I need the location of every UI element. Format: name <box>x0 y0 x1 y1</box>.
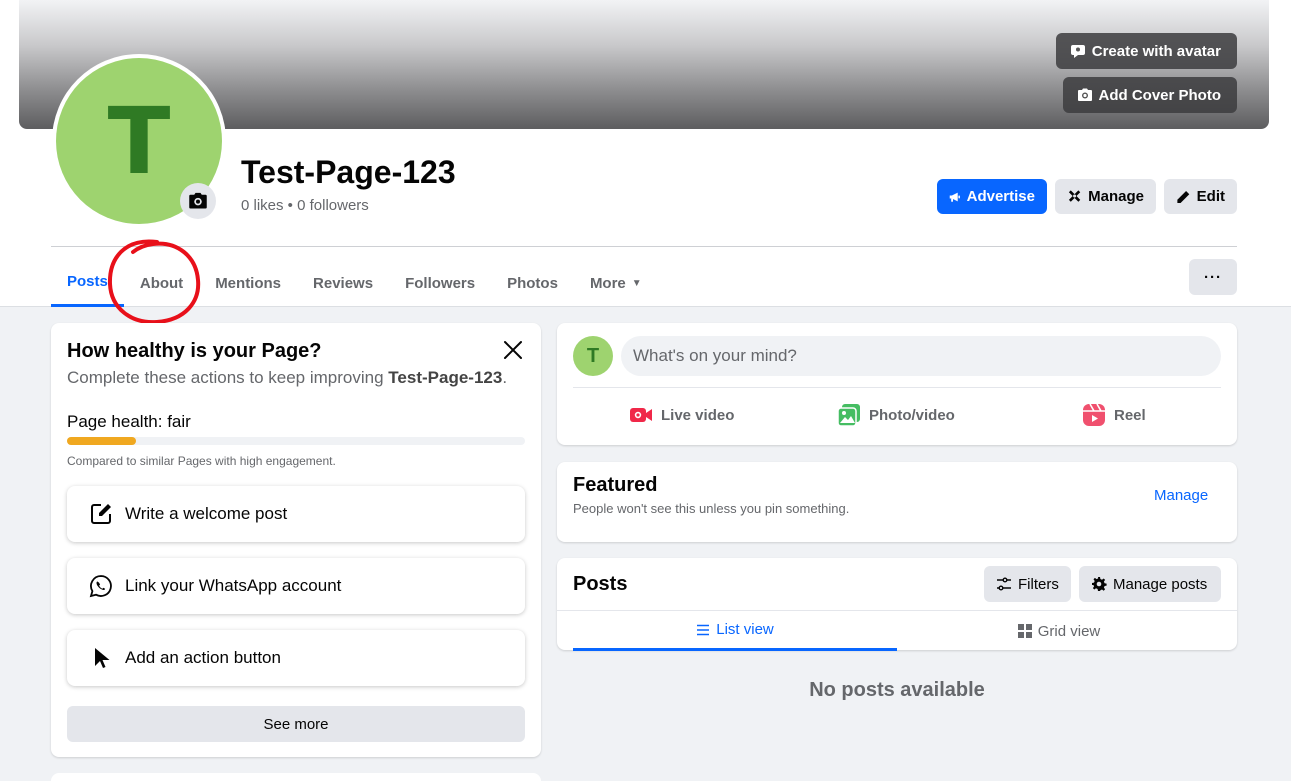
page-title: Test-Page-123 <box>241 154 456 190</box>
avatar-icon <box>1070 45 1085 58</box>
caret-down-icon: ▼ <box>631 277 642 289</box>
photo-icon <box>837 404 860 427</box>
reel-button[interactable]: Reel <box>1082 403 1146 427</box>
update-profile-picture-button[interactable] <box>180 183 216 219</box>
tab-photos[interactable]: Photos <box>491 259 574 307</box>
write-welcome-post-button[interactable]: Write a welcome post <box>67 486 525 542</box>
header-divider <box>51 246 1237 247</box>
manage-posts-button[interactable]: Manage posts <box>1079 566 1221 602</box>
featured-subtitle: People won't see this unless you pin som… <box>573 501 850 516</box>
composer-avatar[interactable]: T <box>573 336 613 376</box>
link-whatsapp-button[interactable]: Link your WhatsApp account <box>67 558 525 614</box>
task-label: Link your WhatsApp account <box>125 576 342 595</box>
photo-video-label: Photo/video <box>869 406 955 424</box>
list-view-tab[interactable]: List view <box>573 611 897 651</box>
see-more-button[interactable]: See more <box>67 706 525 742</box>
reel-label: Reel <box>1114 406 1146 424</box>
grid-view-tab[interactable]: Grid view <box>897 611 1221 651</box>
manage-button[interactable]: Manage <box>1055 179 1156 214</box>
health-title: How healthy is your Page? <box>67 340 322 362</box>
tab-more[interactable]: More ▼ <box>574 259 658 307</box>
close-icon[interactable] <box>501 338 525 362</box>
health-subtitle: Complete these actions to keep improving… <box>67 368 508 387</box>
composer-input[interactable]: What's on your mind? <box>621 336 1221 376</box>
tab-posts[interactable]: Posts <box>51 259 124 307</box>
task-label: Write a welcome post <box>125 504 288 523</box>
tab-more-label: More <box>589 274 626 292</box>
featured-manage-link[interactable]: Manage <box>1154 487 1208 504</box>
health-status: Page health: fair <box>67 412 191 431</box>
edit-label: Edit <box>1196 188 1225 205</box>
tab-about[interactable]: About <box>124 259 199 307</box>
whatsapp-icon <box>89 575 112 598</box>
tab-reviews[interactable]: Reviews <box>297 259 389 307</box>
filters-label: Filters <box>1018 575 1059 593</box>
task-label: Add an action button <box>125 648 281 667</box>
page-tabs: Posts About Mentions Reviews Followers P… <box>51 259 658 307</box>
create-with-avatar-button[interactable]: Create with avatar <box>1055 33 1237 69</box>
page-stats: 0 likes • 0 followers <box>241 197 369 214</box>
megaphone-icon <box>949 192 960 202</box>
health-progress-fill <box>67 437 136 445</box>
live-video-icon <box>630 408 652 422</box>
health-note: Compared to similar Pages with high enga… <box>67 454 336 468</box>
post-composer: T What's on your mind? Live video Photo/… <box>557 323 1237 445</box>
live-video-button[interactable]: Live video <box>629 403 734 427</box>
posts-title: Posts <box>573 573 628 595</box>
next-card-edge <box>51 773 541 781</box>
pencil-icon <box>1177 190 1190 203</box>
tab-followers[interactable]: Followers <box>389 259 491 307</box>
grid-view-label: Grid view <box>1037 622 1101 640</box>
list-icon <box>697 624 710 635</box>
add-cover-photo-button[interactable]: Add Cover Photo <box>1062 77 1237 113</box>
advertise-button[interactable]: Advertise <box>937 179 1047 214</box>
camera-icon <box>1077 88 1092 101</box>
grid-icon <box>1017 624 1032 638</box>
live-video-label: Live video <box>661 406 735 424</box>
featured-title: Featured <box>573 474 658 496</box>
more-options-button[interactable]: ··· <box>1189 259 1237 295</box>
edit-button[interactable]: Edit <box>1164 179 1237 214</box>
manage-label: Manage <box>1088 188 1144 205</box>
empty-state-message: No posts available <box>809 679 985 701</box>
health-progress-bar <box>67 437 525 445</box>
filters-button[interactable]: Filters <box>984 566 1071 602</box>
camera-icon <box>189 192 207 209</box>
reel-icon <box>1083 403 1105 426</box>
composer-divider <box>573 387 1221 388</box>
filter-icon <box>997 577 1011 591</box>
posts-card: Posts Filters Manage posts List view Gri… <box>557 558 1237 651</box>
edit-square-icon <box>91 504 111 524</box>
cursor-icon <box>95 648 110 668</box>
gear-icon <box>1092 577 1107 591</box>
list-view-label: List view <box>716 621 774 638</box>
featured-card: Featured People won't see this unless yo… <box>557 462 1237 542</box>
tools-icon <box>1068 189 1081 202</box>
page-health-card: How healthy is your Page? Complete these… <box>51 323 541 757</box>
add-action-button[interactable]: Add an action button <box>67 630 525 686</box>
tab-mentions[interactable]: Mentions <box>199 259 297 307</box>
manage-posts-label: Manage posts <box>1113 575 1208 593</box>
add-cover-photo-label: Add Cover Photo <box>1098 86 1222 104</box>
photo-video-button[interactable]: Photo/video <box>837 403 955 427</box>
advertise-label: Advertise <box>966 188 1035 205</box>
create-with-avatar-label: Create with avatar <box>1091 42 1221 60</box>
